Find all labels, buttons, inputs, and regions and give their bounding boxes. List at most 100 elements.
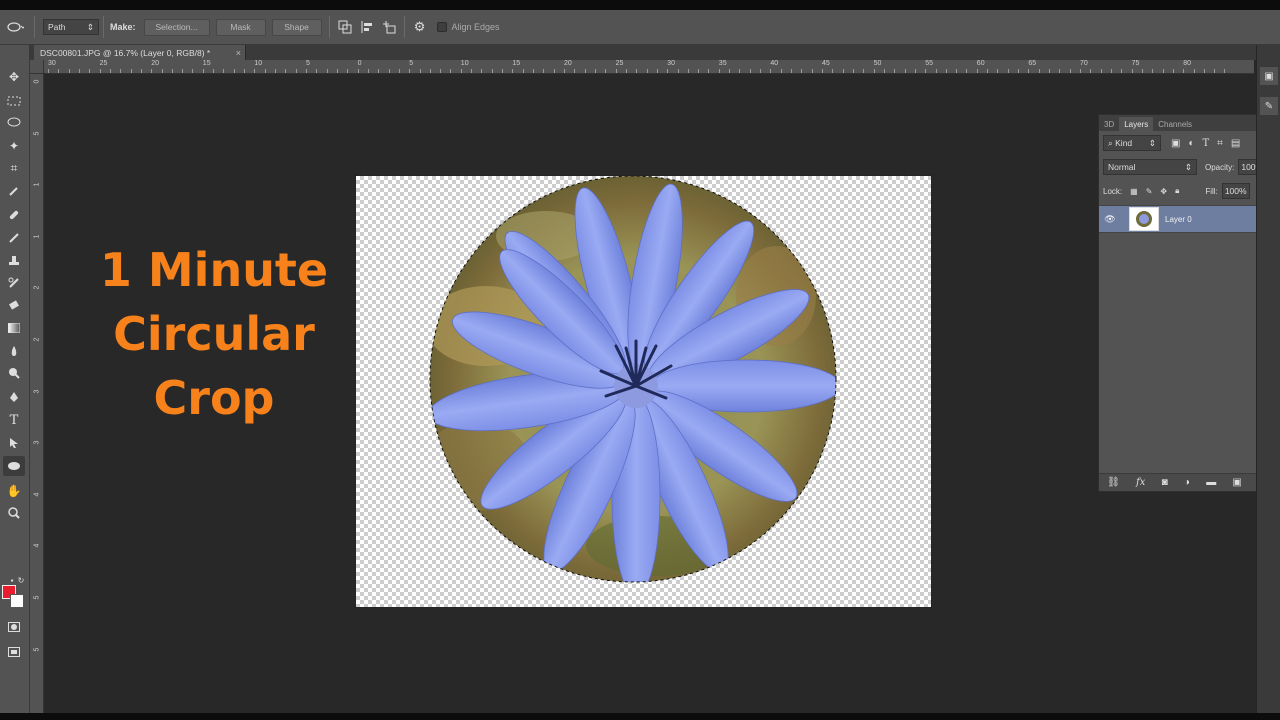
blur-tool-icon[interactable] bbox=[3, 341, 25, 361]
tab-3d[interactable]: 3D bbox=[1099, 117, 1119, 131]
make-selection-button[interactable]: Selection... bbox=[143, 18, 210, 36]
eye-icon[interactable]: 👁︎ bbox=[1099, 214, 1121, 225]
zoom-tool-icon[interactable] bbox=[3, 503, 25, 523]
ruler-tick-label: 5 bbox=[33, 131, 41, 136]
ruler-tick bbox=[873, 69, 875, 73]
lock-all-icon[interactable]: 🔒︎ bbox=[1175, 186, 1179, 196]
new-layer-icon[interactable]: ▣ bbox=[1232, 477, 1241, 488]
ruler-tick bbox=[822, 69, 823, 73]
ruler-tick bbox=[419, 69, 421, 73]
quick-mask-icon[interactable] bbox=[3, 617, 25, 637]
screen-mode-icon[interactable] bbox=[3, 642, 25, 662]
background-color-swatch[interactable] bbox=[10, 594, 24, 608]
pen-tool-icon[interactable] bbox=[3, 387, 25, 407]
gear-icon[interactable]: ⚙ bbox=[409, 16, 431, 38]
ruler-tick bbox=[564, 69, 565, 73]
ruler-tick-label: 0 bbox=[33, 79, 41, 84]
align-edges-checkbox[interactable] bbox=[436, 22, 447, 32]
panel-dock-icon-2[interactable]: ✎ bbox=[1260, 97, 1278, 115]
brush-tool-icon[interactable] bbox=[3, 228, 25, 248]
type-tool-icon[interactable]: T bbox=[3, 410, 25, 430]
ruler-tick bbox=[708, 69, 710, 73]
ruler-tick bbox=[223, 69, 225, 73]
ellipse-tool-icon[interactable] bbox=[3, 456, 25, 476]
gradient-tool-icon[interactable] bbox=[3, 318, 25, 338]
ruler-tick-label: 30 bbox=[667, 60, 675, 67]
layer-filter-row: ⌕ Kind ⇕ ▣ ◐ T ⌗ ▤ bbox=[1099, 131, 1279, 155]
link-layers-icon[interactable]: ⛓ bbox=[1107, 477, 1120, 488]
eraser-tool-icon[interactable] bbox=[3, 295, 25, 315]
path-alignment-icon[interactable] bbox=[356, 16, 378, 38]
hand-tool-icon[interactable]: ✋ bbox=[3, 481, 25, 501]
ruler-tick bbox=[1007, 69, 1009, 73]
healing-brush-tool-icon[interactable] bbox=[3, 205, 25, 225]
new-group-icon[interactable]: ▬ bbox=[1206, 477, 1216, 488]
lock-position-icon[interactable]: ✥ bbox=[1160, 187, 1167, 196]
lock-label: Lock: bbox=[1103, 186, 1123, 196]
ruler-tick bbox=[1224, 69, 1226, 73]
divider bbox=[34, 16, 35, 38]
make-mask-button[interactable]: Mask bbox=[215, 18, 266, 36]
adjustment-layer-icon[interactable]: ◑ bbox=[1184, 477, 1190, 488]
lock-transparent-icon[interactable]: ▦ bbox=[1130, 187, 1138, 196]
blend-row: Normal ⇕ Opacity: 100% bbox=[1099, 155, 1279, 179]
ellipse-shape-icon[interactable] bbox=[0, 16, 30, 38]
add-mask-icon[interactable]: ◙ bbox=[1162, 477, 1168, 488]
filter-smart-object-icon[interactable]: ▤ bbox=[1231, 138, 1240, 149]
dodge-tool-icon[interactable] bbox=[3, 363, 25, 383]
ruler-tick-label: 2 bbox=[33, 337, 41, 342]
ruler-tick bbox=[130, 69, 132, 73]
tab-layers[interactable]: Layers bbox=[1119, 117, 1154, 131]
lasso-tool-icon[interactable] bbox=[3, 113, 25, 133]
divider bbox=[328, 16, 330, 38]
ruler-tick bbox=[646, 69, 648, 73]
chevron-updown-icon: ⇕ bbox=[1184, 161, 1192, 172]
blend-mode-select[interactable]: Normal ⇕ bbox=[1103, 159, 1197, 175]
filter-adjustment-icon[interactable]: ◐ bbox=[1188, 138, 1194, 149]
ruler-tick bbox=[347, 69, 349, 73]
ruler-tick bbox=[605, 69, 607, 73]
clone-stamp-tool-icon[interactable] bbox=[3, 250, 25, 270]
marquee-tool-icon[interactable] bbox=[3, 91, 25, 111]
path-selection-tool-icon[interactable] bbox=[3, 433, 25, 453]
layer-style-icon[interactable]: fx bbox=[1136, 477, 1145, 488]
make-shape-button[interactable]: Shape bbox=[271, 18, 322, 36]
ruler-tick bbox=[306, 69, 307, 73]
tab-channels[interactable]: Channels bbox=[1153, 117, 1197, 131]
move-tool-icon[interactable]: ✥ bbox=[3, 67, 25, 87]
ruler-tick-label: 3 bbox=[33, 389, 41, 394]
close-icon[interactable]: × bbox=[236, 48, 241, 58]
quick-selection-tool-icon[interactable]: ✦ bbox=[3, 136, 25, 156]
photoshop-window: Path ⇕ Make: Selection... Mask Shape ⚙ A… bbox=[0, 0, 1280, 720]
filter-type-icon[interactable]: T bbox=[1203, 138, 1210, 149]
lock-image-icon[interactable]: ✎ bbox=[1146, 187, 1153, 196]
ruler-tick bbox=[367, 69, 369, 73]
ruler-tick bbox=[935, 69, 937, 73]
layer-row[interactable]: 👁︎ Layer 0 bbox=[1099, 205, 1279, 233]
ruler-tick bbox=[615, 69, 617, 73]
swap-colors-icon[interactable]: ↻ bbox=[10, 570, 32, 590]
filter-pixel-icon[interactable]: ▣ bbox=[1171, 138, 1180, 149]
ruler-tick bbox=[89, 69, 91, 73]
layer-name[interactable]: Layer 0 bbox=[1165, 215, 1192, 224]
options-bar: Path ⇕ Make: Selection... Mask Shape ⚙ A… bbox=[0, 10, 1280, 45]
eyedropper-tool-icon[interactable] bbox=[3, 181, 25, 201]
filter-kind-select[interactable]: ⌕ Kind ⇕ bbox=[1103, 135, 1161, 151]
document-tab[interactable]: DSC00801.JPG @ 16.7% (Layer 0, RGB/8) * … bbox=[34, 45, 246, 60]
ruler-tick bbox=[1090, 69, 1092, 73]
ruler-tick bbox=[1214, 69, 1216, 73]
chevron-updown-icon: ⇕ bbox=[86, 21, 94, 32]
filter-shape-icon[interactable]: ⌗ bbox=[1217, 138, 1223, 149]
ruler-tick bbox=[698, 69, 700, 73]
ruler-tick bbox=[1018, 69, 1019, 73]
history-brush-tool-icon[interactable] bbox=[3, 273, 25, 293]
path-mode-select[interactable]: Path ⇕ bbox=[43, 19, 99, 35]
document-tab-bar: DSC00801.JPG @ 16.7% (Layer 0, RGB/8) * … bbox=[30, 45, 1256, 60]
path-arrangement-icon[interactable] bbox=[378, 16, 400, 38]
path-operations-icon[interactable] bbox=[334, 16, 356, 38]
panel-dock-icon-1[interactable]: ▣ bbox=[1260, 67, 1278, 85]
document-canvas[interactable] bbox=[355, 175, 932, 608]
ruler-tick-label: 15 bbox=[512, 60, 521, 67]
fill-input[interactable]: 100% bbox=[1221, 183, 1250, 199]
crop-tool-icon[interactable]: ⌗ bbox=[3, 158, 25, 178]
